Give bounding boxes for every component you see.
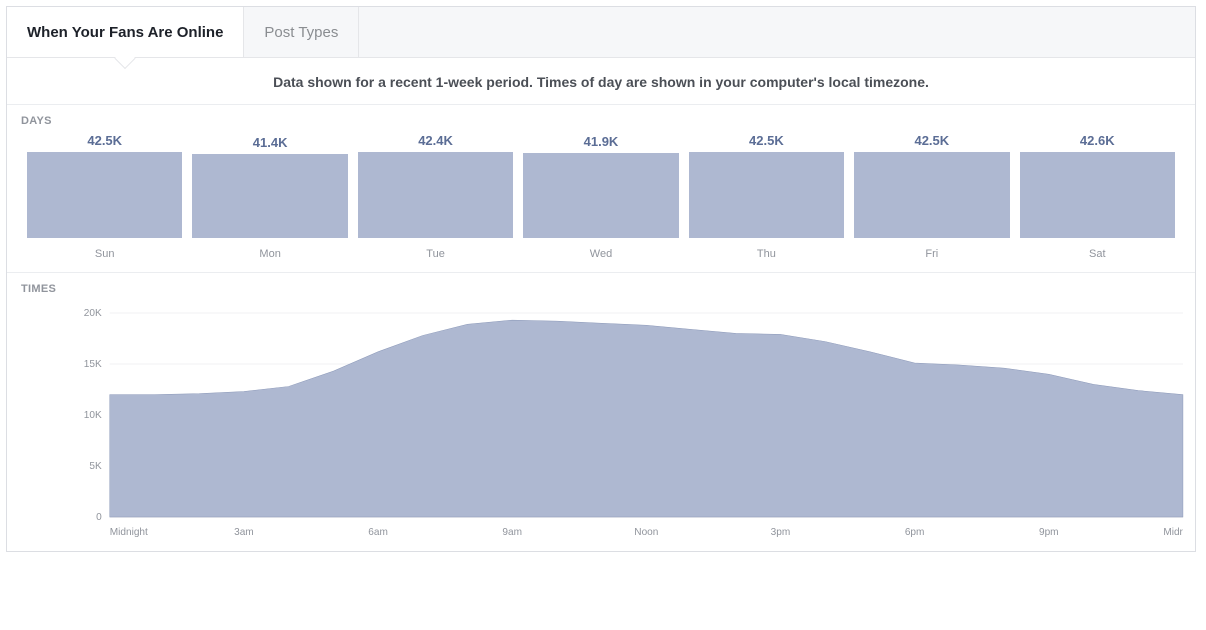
svg-text:6am: 6am	[368, 527, 388, 538]
day-label: Mon	[259, 248, 280, 260]
day-value: 42.5K	[749, 133, 784, 148]
day-bar	[854, 152, 1009, 238]
svg-text:3pm: 3pm	[771, 527, 791, 538]
day-value: 42.5K	[87, 133, 122, 148]
day-bar	[192, 154, 347, 238]
tab-label: Post Types	[264, 24, 338, 41]
svg-text:20K: 20K	[84, 308, 102, 319]
day-value: 42.4K	[418, 133, 453, 148]
svg-text:10K: 10K	[84, 410, 102, 421]
days-row: 42.5K Sun 41.4K Mon 42.4K Tue 41.9K Wed 42.5K Thu…	[7, 133, 1195, 268]
day-column[interactable]: 42.6K Sat	[1020, 133, 1175, 268]
day-label: Sun	[95, 248, 115, 260]
svg-text:Midr: Midr	[1163, 527, 1183, 538]
svg-text:15K: 15K	[84, 359, 102, 370]
day-column[interactable]: 41.9K Wed	[523, 134, 678, 268]
day-column[interactable]: 41.4K Mon	[192, 135, 347, 268]
days-label: DAYS	[7, 105, 1195, 133]
day-bar	[689, 152, 844, 238]
times-area-svg: 0 5K 10K 15K 20K Midnight 3am 6am 9am Noon 3pm 6pm 9…	[21, 301, 1191, 541]
svg-text:0: 0	[96, 512, 102, 523]
tabs-row: When Your Fans Are Online Post Types	[7, 7, 1195, 58]
times-section: TIMES 0 5K 10K 15K 20K Midnight 3am 6am 9am Noon 3…	[7, 273, 1195, 551]
svg-text:9am: 9am	[502, 527, 522, 538]
day-value: 42.5K	[914, 133, 949, 148]
tab-post-types[interactable]: Post Types	[244, 7, 359, 57]
day-bar	[1020, 152, 1175, 238]
day-column[interactable]: 42.5K Thu	[689, 133, 844, 268]
day-value: 41.4K	[253, 135, 288, 150]
day-value: 41.9K	[584, 134, 619, 149]
days-section: DAYS 42.5KSun41.4KMon42.4KTue41.9KWed42.…	[7, 105, 1195, 273]
times-area-chart[interactable]: 0 5K 10K 15K 20K Midnight 3am 6am 9am Noon 3pm 6pm 9…	[21, 301, 1191, 541]
day-bar	[523, 153, 678, 238]
times-label: TIMES	[7, 273, 1195, 301]
day-column[interactable]: 42.5K Fri	[854, 133, 1009, 268]
subtitle: Data shown for a recent 1-week period. T…	[7, 58, 1195, 105]
tab-label: When Your Fans Are Online	[27, 24, 223, 41]
day-bar	[27, 152, 182, 238]
tab-when-fans-online[interactable]: When Your Fans Are Online	[7, 7, 244, 57]
day-column[interactable]: 42.5K Sun	[27, 133, 182, 268]
day-label: Thu	[757, 248, 776, 260]
day-label: Wed	[590, 248, 612, 260]
day-value: 42.6K	[1080, 133, 1115, 148]
svg-text:Noon: Noon	[634, 527, 658, 538]
svg-text:Midnight: Midnight	[110, 527, 148, 538]
day-label: Tue	[426, 248, 445, 260]
svg-text:5K: 5K	[89, 461, 102, 472]
insights-panel: When Your Fans Are Online Post Types Dat…	[6, 6, 1196, 552]
day-label: Sat	[1089, 248, 1106, 260]
svg-text:6pm: 6pm	[905, 527, 925, 538]
svg-text:9pm: 9pm	[1039, 527, 1059, 538]
day-column[interactable]: 42.4K Tue	[358, 133, 513, 268]
day-label: Fri	[925, 248, 938, 260]
day-bar	[358, 152, 513, 238]
svg-text:3am: 3am	[234, 527, 254, 538]
